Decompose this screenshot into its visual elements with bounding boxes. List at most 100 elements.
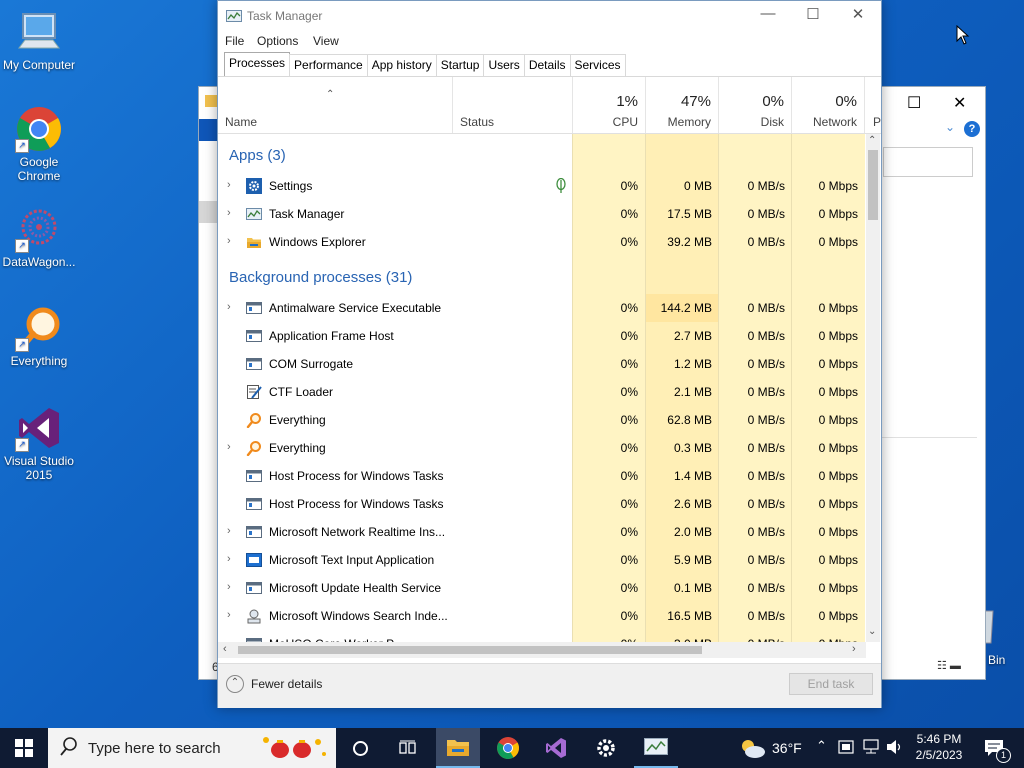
scroll-thumb[interactable] [238, 646, 702, 654]
process-row[interactable]: › Task Manager 0% 17.5 MB 0 MB/s 0 Mbps [218, 200, 864, 228]
taskbar-chrome[interactable] [486, 728, 530, 768]
maximize-button[interactable]: ☐ [790, 5, 836, 23]
column-status[interactable]: Status [452, 77, 573, 133]
scroll-thumb[interactable] [868, 150, 878, 220]
process-row[interactable]: › Microsoft Update Health Service 0% 0.1 MB… [218, 574, 864, 602]
clock[interactable]: 5:46 PM 2/5/2023 [906, 728, 972, 768]
chevron-right-icon[interactable]: › [227, 235, 231, 247]
title-bar[interactable]: Task Manager — ☐ ✕ [218, 1, 881, 31]
chevron-right-icon[interactable]: › [227, 609, 231, 621]
tab-users[interactable]: Users [483, 54, 525, 76]
desktop-icon-everything[interactable]: ↗ Everything [0, 304, 78, 368]
taskbar-task-manager[interactable] [634, 728, 678, 768]
taskbar-visual-studio[interactable] [534, 728, 578, 768]
group-header-background[interactable]: Background processes (31) [218, 263, 864, 291]
help-icon[interactable]: ? [964, 121, 980, 137]
close-button[interactable]: ✕ [953, 93, 966, 113]
process-row[interactable]: MoUSO Core Worker P...0%3.0 MB0 MB/s0 Mb… [218, 630, 864, 642]
menu-options[interactable]: Options [257, 34, 298, 48]
process-row[interactable]: Application Frame Host 0% 2.7 MB 0 MB/s 0 Mb… [218, 322, 864, 350]
fewer-details-button[interactable]: Fewer details [251, 677, 322, 691]
column-name[interactable]: ⌃ Name [218, 77, 452, 133]
large-icons-view-icon[interactable]: ▬ [950, 660, 961, 672]
column-cpu[interactable]: 1% CPU [572, 77, 646, 133]
taskbar-file-explorer[interactable] [436, 728, 480, 768]
process-row[interactable]: › Windows Explorer 0% 39.2 MB 0 MB/s 0 M… [218, 228, 864, 256]
horizontal-scrollbar[interactable]: ‹ › [218, 642, 866, 658]
volume-icon[interactable] [886, 739, 904, 758]
details-view-icon[interactable]: ☷ ▬ [937, 659, 961, 672]
taskbar-settings[interactable] [584, 728, 628, 768]
process-row[interactable]: Everything 0% 62.8 MB 0 MB/s 0 Mbps [218, 406, 864, 434]
security-icon[interactable] [838, 739, 854, 758]
minimize-button[interactable]: — [745, 5, 791, 22]
process-row[interactable]: Host Process for Windows Tasks 0% 2.6 MB 0 … [218, 490, 864, 518]
vertical-scrollbar[interactable]: ⌃ ⌄ [866, 134, 880, 642]
explorer-nav-item[interactable] [199, 201, 217, 223]
column-power[interactable]: P [864, 77, 882, 133]
network-value: 0 Mbps [818, 207, 858, 221]
settings-gear-icon [246, 178, 262, 194]
process-row[interactable]: › Settings 0% 0 MB 0 MB/s 0 Mbps [218, 172, 864, 200]
tab-services[interactable]: Services [569, 54, 626, 76]
start-button[interactable] [0, 728, 48, 768]
group-header-apps[interactable]: Apps (3) [218, 141, 864, 169]
show-hidden-icons-chevron-icon[interactable]: ⌃ [816, 738, 827, 754]
process-row[interactable]: › Microsoft Text Input Application 0% 5.9 M… [218, 546, 864, 574]
column-memory[interactable]: 47% Memory [645, 77, 719, 133]
weather-widget[interactable]: 36°F [736, 728, 806, 768]
desktop-icon-visual-studio[interactable]: ↗ Visual Studio 2015 [0, 404, 78, 482]
process-row[interactable]: › Antimalware Service Executable 0% 144.2 M… [218, 294, 864, 322]
process-row[interactable]: › Microsoft Windows Search Inde... 0% 16.5 … [218, 602, 864, 630]
scroll-up-arrow-icon[interactable]: ⌃ [868, 135, 876, 146]
scroll-left-arrow-icon[interactable]: ‹ [223, 643, 227, 655]
process-row[interactable]: COM Surrogate 0% 1.2 MB 0 MB/s 0 Mbps [218, 350, 864, 378]
process-row[interactable]: CTF Loader 0% 2.1 MB 0 MB/s 0 Mbps [218, 378, 864, 406]
process-row[interactable]: › Microsoft Network Realtime Ins... 0% 2.0 … [218, 518, 864, 546]
end-task-button[interactable]: End task [789, 673, 873, 695]
chevron-right-icon[interactable]: › [227, 525, 231, 537]
desktop-icon-datawagon[interactable]: ↗ DataWagon... [0, 205, 78, 269]
menu-file[interactable]: File [225, 34, 244, 48]
memory-value: 5.9 MB [673, 553, 712, 567]
chevron-down-icon[interactable]: ⌄ [945, 120, 955, 134]
notification-center-button[interactable]: 1 [980, 728, 1020, 768]
column-network[interactable]: 0% Network [791, 77, 865, 133]
tab-performance[interactable]: Performance [289, 54, 368, 76]
task-manager-window[interactable]: Task Manager — ☐ ✕ File Options View Pro… [217, 0, 882, 708]
scroll-right-arrow-icon[interactable]: › [852, 643, 856, 655]
chevron-right-icon[interactable]: › [227, 553, 231, 565]
process-row[interactable]: Host Process for Windows Tasks 0% 1.4 MB 0 … [218, 462, 864, 490]
network-icon[interactable] [862, 739, 880, 758]
taskbar-search-box[interactable]: Type here to search [48, 728, 336, 768]
service-window-icon [246, 580, 262, 596]
chevron-right-icon[interactable]: › [227, 441, 231, 453]
menu-view[interactable]: View [313, 34, 339, 48]
desktop-icon-google-chrome[interactable]: ↗ Google Chrome [0, 105, 78, 183]
chevron-right-icon[interactable]: › [227, 179, 231, 191]
cpu-value: 0% [620, 413, 638, 427]
column-disk[interactable]: 0% Disk [718, 77, 792, 133]
cortana-button[interactable] [340, 728, 380, 768]
network-value: 0 Mbps [818, 329, 858, 343]
tab-startup[interactable]: Startup [435, 54, 485, 76]
chevron-right-icon[interactable]: › [227, 301, 231, 313]
desktop-icon-my-computer[interactable]: My Computer [0, 8, 78, 72]
task-view-button[interactable] [388, 728, 428, 768]
process-row[interactable]: › Everything 0% 0.3 MB 0 MB/s 0 Mbps [218, 434, 864, 462]
tab-details[interactable]: Details [523, 54, 571, 76]
scroll-down-arrow-icon[interactable]: ⌄ [868, 626, 876, 637]
clock-date: 2/5/2023 [915, 748, 963, 762]
tab-app-history[interactable]: App history [366, 54, 437, 76]
close-button[interactable]: ✕ [835, 5, 881, 23]
search-box[interactable] [883, 147, 973, 177]
disk-value: 0 MB/s [747, 207, 785, 221]
maximize-button[interactable]: ☐ [907, 93, 921, 113]
chevron-right-icon[interactable]: › [227, 581, 231, 593]
notepad-pen-icon [246, 384, 262, 400]
disk-value: 0 MB/s [747, 329, 785, 343]
tab-processes[interactable]: Processes [224, 52, 291, 76]
collapse-icon[interactable]: ⌃ [226, 675, 244, 693]
datawagon-icon: ↗ [15, 205, 63, 253]
chevron-right-icon[interactable]: › [227, 207, 231, 219]
